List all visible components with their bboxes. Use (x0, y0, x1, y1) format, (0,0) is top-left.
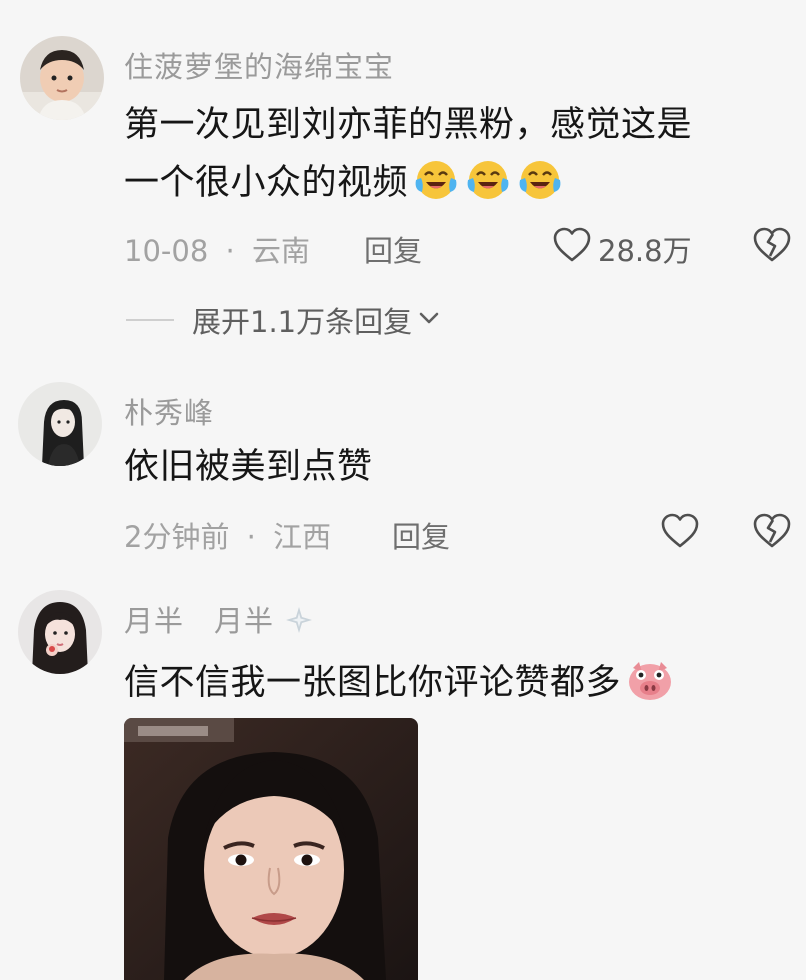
chevron-down-icon (416, 305, 442, 335)
comment-meta: 2分钟前 · 江西 (124, 514, 331, 556)
timestamp: 10-08 (124, 234, 209, 268)
comment-text: 信不信我一张图比你评论赞都多 (124, 654, 675, 712)
comment-text-line-with-emoji: 一个很小众的视频 (124, 154, 692, 212)
like-button[interactable] (552, 226, 592, 264)
separator-dot: · (225, 234, 235, 268)
heart-outline-icon (660, 512, 700, 550)
avatar[interactable] (18, 590, 102, 674)
crying-laughing-emoji (412, 158, 460, 202)
expand-replies-label: 展开1.1万条回复 (192, 305, 413, 339)
broken-heart-icon (752, 512, 792, 550)
username-text: 月半 月半 (124, 604, 275, 638)
like-button[interactable] (660, 512, 700, 550)
broken-heart-icon (752, 226, 792, 264)
comment-meta: 10-08 · 云南 (124, 228, 310, 270)
username[interactable]: 朴秀峰 (124, 390, 214, 432)
crying-laughing-emoji (464, 158, 512, 202)
crying-laughing-emoji (516, 158, 564, 202)
comment-text-line: 一个很小众的视频 (124, 163, 409, 203)
heart-outline-icon (552, 226, 592, 264)
reply-button[interactable]: 回复 (392, 514, 450, 556)
username[interactable]: 住菠萝堡的海绵宝宝 (124, 44, 394, 86)
dislike-button[interactable] (752, 512, 792, 550)
separator-dot: · (246, 520, 256, 554)
username[interactable]: 月半 月半 (124, 598, 314, 642)
dislike-button[interactable] (752, 226, 792, 264)
expand-replies-button[interactable]: 展开1.1万条回复 (126, 302, 442, 339)
divider (126, 319, 174, 321)
location: 江西 (273, 520, 332, 554)
comment-text: 依旧被美到点赞 (124, 447, 373, 487)
sparkle-icon (284, 605, 314, 642)
avatar[interactable] (20, 36, 104, 120)
comment-text-line: 信不信我一张图比你评论赞都多 (124, 663, 622, 703)
reply-button[interactable]: 回复 (364, 228, 422, 270)
comment-image[interactable] (124, 718, 418, 980)
comment-text-line: 第一次见到刘亦菲的黑粉，感觉这是 (124, 105, 693, 145)
location: 云南 (251, 234, 310, 268)
like-count: 28.8万 (598, 234, 692, 268)
avatar[interactable] (18, 382, 102, 466)
comment-text: 第一次见到刘亦菲的黑粉，感觉这是 一个很小众的视频 (124, 96, 692, 212)
pig-emoji (625, 658, 675, 702)
timestamp: 2分钟前 (124, 520, 230, 554)
